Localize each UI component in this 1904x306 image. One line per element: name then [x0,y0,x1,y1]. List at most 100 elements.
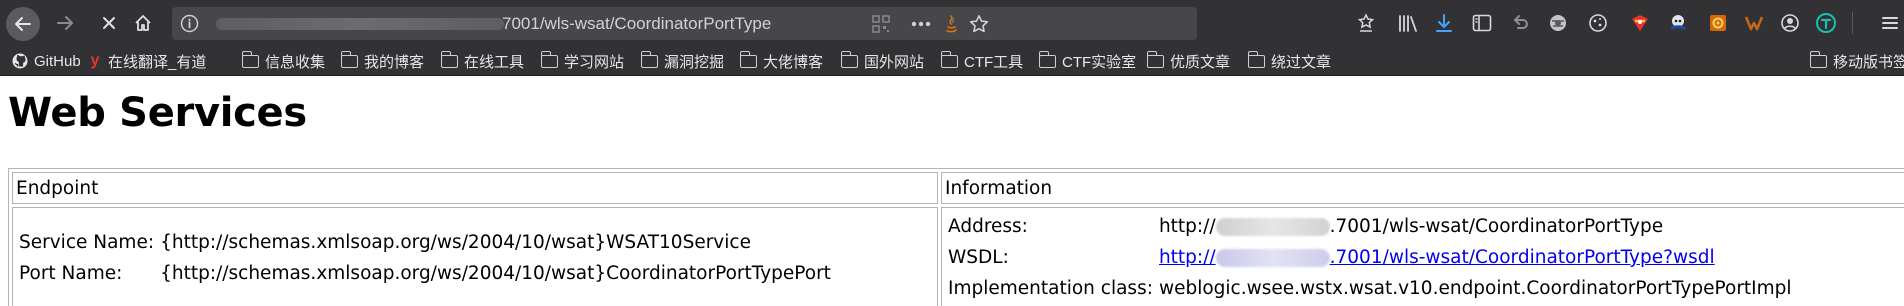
web-services-table: Endpoint Information Service Name: {http… [8,168,1904,306]
folder-icon [840,50,858,68]
wsdl-link[interactable]: http:// .7001/wls-wsat/CoordinatorPortTyp… [1159,247,1715,268]
wsdl-label: WSDL: [948,247,1009,268]
table-row: Service Name: {http://schemas.xmlsoap.or… [12,207,1904,306]
gear-extension-icon[interactable] [1706,11,1730,35]
bookmark-github[interactable]: GitHub [12,50,81,72]
bookmarks-bar: GitHub y 在线翻译_有道 信息收集 我的博客 在线工具 学习网站 漏洞挖… [0,46,1904,76]
star-icon[interactable] [968,13,990,35]
extension-globe-icon[interactable] [1546,11,1570,35]
bookmark-folder-learning-sites[interactable]: 学习网站 [540,50,625,72]
bookmark-label: 在线翻译_有道 [108,53,207,71]
github-icon [12,53,28,69]
home-icon [135,15,151,31]
redacted-host [1215,218,1330,236]
impl-row: Implementation class: weblogic.wsee.wstx… [945,273,1795,304]
java-extension-icon[interactable] [940,13,962,35]
bookmark-youdao[interactable]: y 在线翻译_有道 [88,50,207,72]
mobile-bookmarks-label: 移动版书签 [1833,53,1904,71]
folder-icon [241,50,259,68]
folder-icon [340,50,358,68]
port-name-value: {http://schemas.xmlsoap.org/ws/2004/10/w… [160,262,831,284]
address-value: http:// .7001/wls-wsat/CoordinatorPortTyp… [1156,211,1795,242]
port-name-row: Port Name: {http://schemas.xmlsoap.org/w… [16,258,834,289]
endpoint-details: Service Name: {http://schemas.xmlsoap.or… [16,227,834,289]
teal-extension-icon[interactable] [1814,11,1838,35]
address-suffix: .7001/wls-wsat/CoordinatorPortType [1329,216,1664,237]
address-row: Address: http:// .7001/wls-wsat/Coordinat… [945,211,1795,242]
address-prefix: http:// [1158,216,1216,237]
redacted-host [216,18,504,30]
browser-toolbar: 7001/wls-wsat/CoordinatorPortType [0,0,1904,46]
account-icon[interactable] [1778,11,1802,35]
bookmark-label: 学习网站 [564,53,625,71]
wsdl-row: WSDL: http:// .7001/wls-wsat/CoordinatorP… [945,242,1795,273]
hamburger-menu-icon[interactable] [1878,11,1902,35]
port-name-label: Port Name: [19,262,123,284]
folder-icon [940,50,958,68]
youdao-icon: y [90,52,100,69]
url-text[interactable]: 7001/wls-wsat/CoordinatorPortType [502,14,771,34]
impl-label: Implementation class: [948,278,1153,299]
folder-icon [1146,50,1164,68]
bookmark-folder-my-blog[interactable]: 我的博客 [340,50,425,72]
service-name-row: Service Name: {http://schemas.xmlsoap.or… [16,227,834,258]
reader-badge-icon[interactable] [1354,11,1378,35]
sidebar-icon[interactable] [1470,11,1494,35]
wsdl-value: http:// .7001/wls-wsat/CoordinatorPortTyp… [1156,242,1795,273]
folder-icon [640,50,658,68]
endpoint-cell: Service Name: {http://schemas.xmlsoap.or… [12,207,938,306]
bookmark-label: 在线工具 [464,53,525,71]
toolbar-divider [1852,12,1853,34]
qr-code-icon[interactable] [870,13,892,35]
cookie-icon[interactable] [1586,11,1610,35]
service-name-value: {http://schemas.xmlsoap.org/ws/2004/10/w… [160,231,751,253]
endpoint-header: Endpoint [12,172,938,204]
bookmark-folder-ctf-tools[interactable]: CTF工具 [940,50,1024,72]
impl-value: weblogic.wsee.wstx.wsat.v10.endpoint.Coo… [1158,278,1792,299]
folder-icon [540,50,558,68]
forward-button[interactable] [50,8,80,38]
home-button[interactable] [128,8,158,38]
close-icon [103,17,115,29]
folder-icon [440,50,458,68]
folder-icon [1809,50,1827,68]
undo-icon[interactable] [1508,11,1532,35]
download-icon[interactable] [1432,11,1456,35]
bookmark-folder-ctf-lab[interactable]: CTF实验室 [1038,50,1137,72]
bookmark-folder-vuln-hunting[interactable]: 漏洞挖掘 [640,50,725,72]
mobile-bookmarks[interactable]: 移动版书签 [1809,50,1904,72]
back-button[interactable] [6,7,40,41]
proxy-extension-icon[interactable] [1666,11,1690,35]
info-icon[interactable] [180,14,199,33]
wsdl-prefix: http:// [1158,247,1216,268]
bookmark-folder-online-tools[interactable]: 在线工具 [440,50,525,72]
wappalyzer-extension-icon[interactable] [1742,11,1766,35]
bookmark-folder-expert-blogs[interactable]: 大佬博客 [739,50,824,72]
bookmark-label: 我的博客 [364,53,425,71]
stop-button[interactable] [94,8,124,38]
arrow-right-icon [57,16,73,30]
folder-icon [739,50,757,68]
bookmark-folder-bypass-articles[interactable]: 绕过文章 [1247,50,1332,72]
bookmark-folder-quality-articles[interactable]: 优质文章 [1146,50,1230,72]
information-header: Information [941,172,1904,204]
bookmark-label: 信息收集 [265,53,326,71]
information-details: Address: http:// .7001/wls-wsat/Coordinat… [945,211,1795,304]
bookmark-label: GitHub [34,52,81,70]
address-label: Address: [948,216,1028,237]
page-actions-icon[interactable] [910,13,932,35]
wsdl-suffix: .7001/wls-wsat/CoordinatorPortType?wsdl [1329,247,1715,268]
bookmark-label: 绕过文章 [1271,53,1332,71]
bookmark-label: 大佬博客 [763,53,824,71]
bookmark-label: CTF实验室 [1062,53,1137,71]
bookmark-label: 国外网站 [864,53,925,71]
bookmark-folder-info-gathering[interactable]: 信息收集 [241,50,326,72]
bookmark-label: CTF工具 [964,53,1024,71]
hackbar-extension-icon[interactable] [1628,11,1652,35]
information-cell: Address: http:// .7001/wls-wsat/Coordinat… [941,207,1904,306]
bookmark-folder-foreign-sites[interactable]: 国外网站 [840,50,925,72]
page-title: Web Services [8,90,307,136]
url-bar[interactable]: 7001/wls-wsat/CoordinatorPortType [172,7,1197,40]
bookmark-label: 漏洞挖掘 [664,53,725,71]
library-icon[interactable] [1396,11,1420,35]
